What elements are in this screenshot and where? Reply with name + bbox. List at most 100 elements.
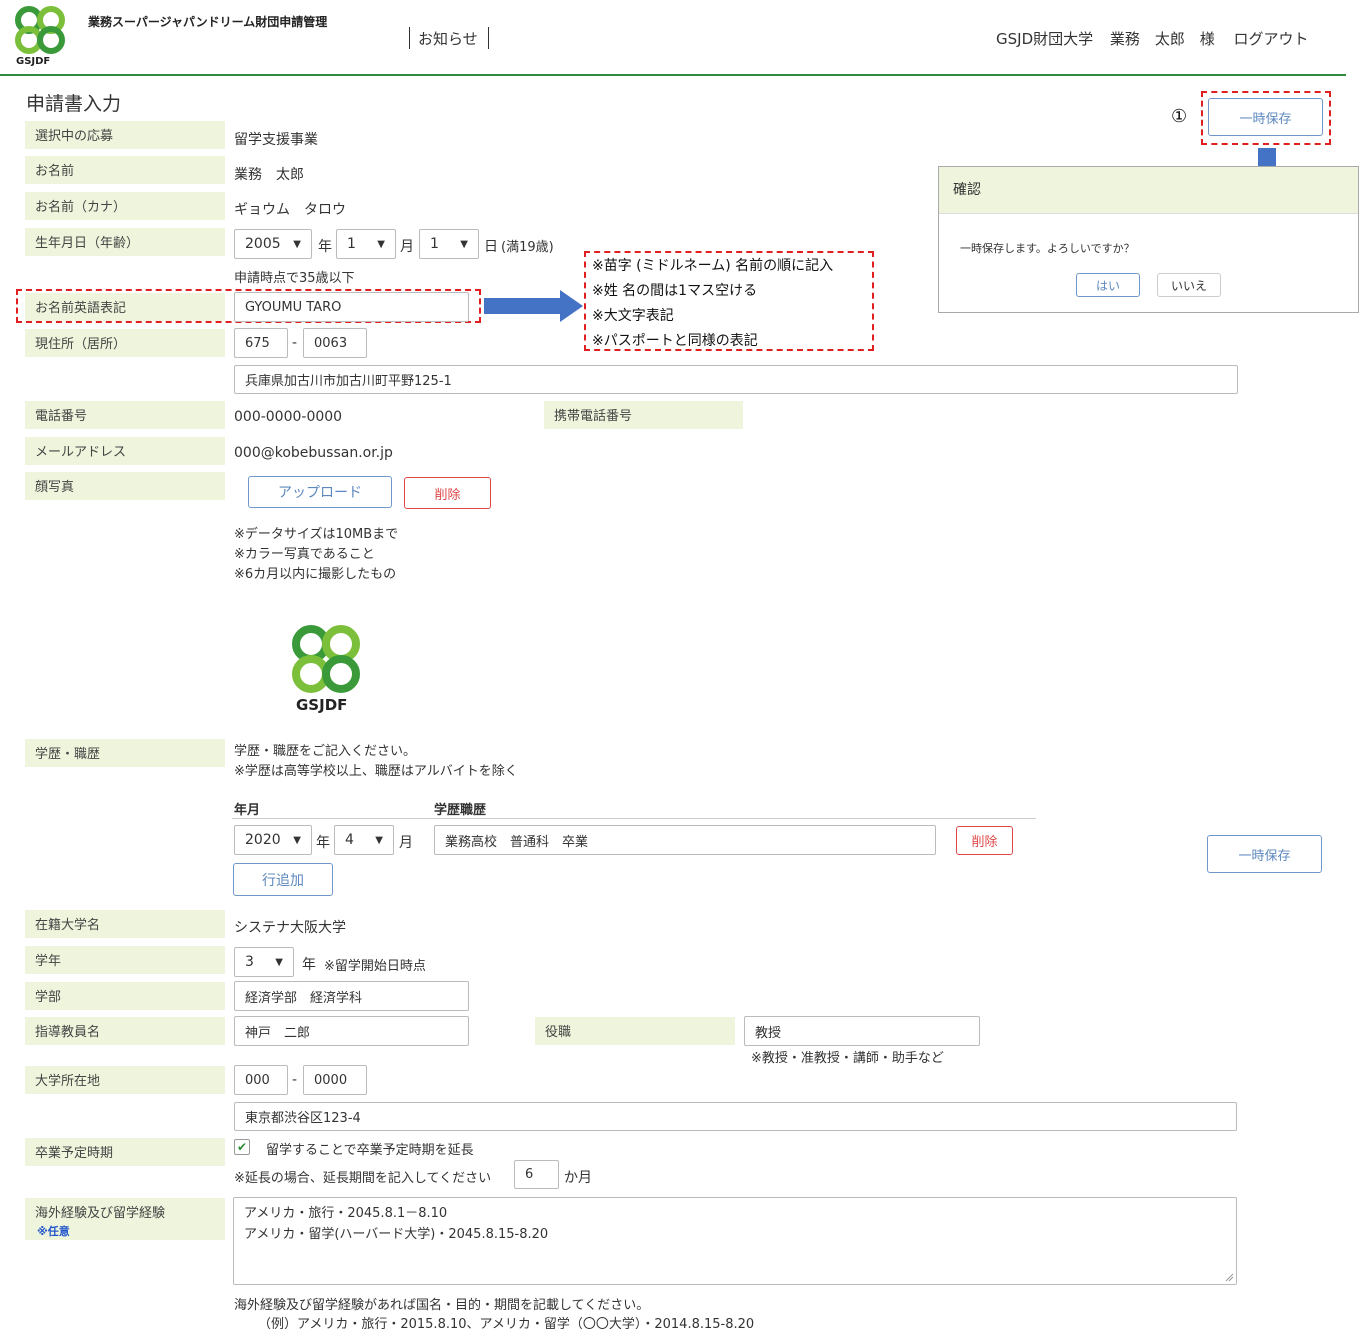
check-icon: ✔: [236, 1140, 248, 1154]
clover-logo-icon: [15, 6, 65, 54]
history-intro: 学歴・職歴をご記入ください。: [234, 744, 417, 759]
label-faculty: 学部: [25, 982, 225, 1010]
advisor-title-input[interactable]: 教授: [744, 1016, 980, 1046]
faculty-input[interactable]: 経済学部 経済学科: [234, 981, 469, 1011]
logo[interactable]: GSJDF: [8, 6, 72, 70]
label-photo: 顔写真: [25, 472, 225, 500]
nav-divider-right: [488, 27, 489, 49]
university-value: システナ大阪大学: [234, 920, 346, 936]
extend-months-unit: か月: [564, 1170, 592, 1186]
photo-delete-button[interactable]: 削除: [404, 477, 491, 509]
birth-month-unit: 月: [400, 239, 414, 255]
history-entry-input[interactable]: 業務高校 普通科 卒業: [434, 825, 936, 855]
history-year-value: 2020: [245, 832, 281, 848]
grade-select[interactable]: 3 ▼: [234, 947, 294, 977]
zip-second-input[interactable]: 0063: [303, 328, 367, 358]
birth-day-value: 1: [430, 236, 439, 252]
confirm-dialog: 確認 一時保存します。よろしいですか？ はい いいえ: [938, 166, 1359, 313]
advisor-input[interactable]: 神戸 二郎: [234, 1016, 469, 1046]
logo-text: GSJDF: [16, 56, 51, 67]
extend-checkbox-label: 留学することで卒業予定時期を延長: [266, 1143, 474, 1158]
birth-year-select[interactable]: 2005 ▼: [234, 229, 312, 259]
user-name: 業務 太郎: [1109, 30, 1185, 48]
chevron-down-icon: ▼: [377, 238, 385, 250]
chevron-down-icon: ▼: [293, 834, 301, 846]
photo-note: ※6カ月以内に撮影したもの: [234, 567, 397, 582]
birth-year-unit: 年: [318, 239, 332, 255]
resize-handle-icon[interactable]: [1225, 1273, 1234, 1282]
english-name-input[interactable]: GYOUMU TARO: [234, 292, 469, 322]
grade-note: ※留学開始日時点: [324, 959, 426, 974]
label-advisor-title: 役職: [535, 1017, 735, 1045]
label-grade: 学年: [25, 946, 225, 974]
extend-months-input[interactable]: 6: [514, 1160, 559, 1189]
dialog-yes-button[interactable]: はい: [1076, 273, 1140, 297]
birth-note: 申請時点で35歳以下: [234, 271, 355, 286]
save-draft-button-side[interactable]: 一時保存: [1207, 835, 1322, 873]
email-value: 000@kobebussan.or.jp: [234, 445, 393, 461]
photo-note: ※カラー写真であること: [234, 547, 375, 562]
label-email: メールアドレス: [25, 437, 225, 465]
univ-zip-dash: -: [292, 1072, 298, 1088]
label-advisor: 指導教員名: [25, 1017, 225, 1045]
header-user-info: GSJD財団大学 業務 太郎 様 ログアウト: [996, 28, 1309, 49]
history-header-divider: [232, 818, 1036, 819]
history-month-select[interactable]: 4 ▼: [334, 825, 394, 855]
history-year-select[interactable]: 2020 ▼: [234, 825, 312, 855]
zip-dash: -: [292, 335, 298, 351]
photo-preview-text: GSJDF: [296, 696, 348, 714]
kana-value: ギョウム タロウ: [234, 202, 346, 218]
history-month-unit: 月: [399, 835, 413, 851]
logout-link[interactable]: ログアウト: [1234, 30, 1309, 48]
label-mobile: 携帯電話番号: [544, 401, 743, 429]
callout-line: ※パスポートと同様の表記: [592, 333, 758, 349]
chevron-down-icon: ▼: [375, 834, 383, 846]
label-graduation: 卒業予定時期: [25, 1138, 225, 1166]
chevron-down-icon: ▼: [293, 238, 301, 250]
dialog-no-button[interactable]: いいえ: [1157, 273, 1221, 297]
label-birthdate: 生年月日（年齢）: [25, 228, 225, 256]
add-row-button[interactable]: 行追加: [233, 863, 333, 896]
org-name: GSJD財団大学: [996, 30, 1094, 48]
upload-button[interactable]: アップロード: [248, 476, 392, 508]
grade-value: 3: [245, 954, 254, 970]
callout-line: ※大文字表記: [592, 308, 674, 324]
univ-zip-first-input[interactable]: 000: [234, 1065, 288, 1095]
label-univ-address: 大学所在地: [25, 1066, 225, 1094]
optional-badge: ※任意: [37, 1225, 70, 1238]
label-history: 学歴・職歴: [25, 739, 225, 767]
birth-day-unit: 日: [484, 239, 498, 255]
clover-logo-icon: [292, 625, 360, 693]
label-english-name: お名前英語表記: [25, 293, 225, 321]
chevron-down-icon: ▼: [460, 238, 468, 250]
header-divider: [0, 74, 1346, 76]
overseas-line: アメリカ・旅行・2045.8.1－8.10: [244, 1206, 448, 1221]
history-col-history: 学歴職歴: [434, 803, 487, 818]
save-draft-button-top[interactable]: 一時保存: [1208, 98, 1323, 136]
zip-first-input[interactable]: 675: [234, 328, 288, 358]
history-delete-button[interactable]: 削除: [956, 826, 1013, 855]
overseas-line: アメリカ・留学(ハーバード大学)・2045.8.15-8.20: [244, 1227, 549, 1242]
overseas-help: 海外経験及び留学経験があれば国名・目的・期間を記載してください。: [234, 1298, 650, 1313]
univ-address-input[interactable]: 東京都渋谷区123-4: [234, 1102, 1237, 1131]
english-name-callout: ※苗字 (ミドルネーム) 名前の順に記入 ※姓 名の間は1マス空ける ※大文字表…: [584, 251, 874, 351]
advisor-title-note: ※教授・准教授・講師・助手など: [751, 1051, 944, 1066]
address-input[interactable]: 兵庫県加古川市加古川町平野125-1: [234, 365, 1238, 394]
nav-notice-link[interactable]: お知らせ: [418, 28, 478, 49]
birth-day-select[interactable]: 1 ▼: [419, 229, 479, 259]
chevron-down-icon: ▼: [275, 956, 283, 968]
user-suffix: 様: [1199, 30, 1215, 48]
program-value: 留学支援事業: [234, 132, 318, 148]
callout-line: ※苗字 (ミドルネーム) 名前の順に記入: [592, 258, 834, 274]
univ-zip-second-input[interactable]: 0000: [303, 1065, 367, 1095]
extend-checkbox[interactable]: ✔: [234, 1139, 250, 1155]
extend-note: ※延長の場合、延長期間を記入してください: [234, 1171, 492, 1186]
overseas-textarea[interactable]: アメリカ・旅行・2045.8.1－8.10 アメリカ・留学(ハーバード大学)・2…: [233, 1197, 1237, 1285]
page-title: 申請書入力: [26, 93, 122, 115]
history-col-date: 年月: [234, 803, 261, 818]
grade-unit: 年: [302, 957, 316, 973]
dialog-message: 一時保存します。よろしいですか？: [960, 242, 1135, 255]
birth-month-select[interactable]: 1 ▼: [336, 229, 396, 259]
history-month-value: 4: [345, 832, 354, 848]
phone-value: 000-0000-0000: [234, 409, 343, 425]
